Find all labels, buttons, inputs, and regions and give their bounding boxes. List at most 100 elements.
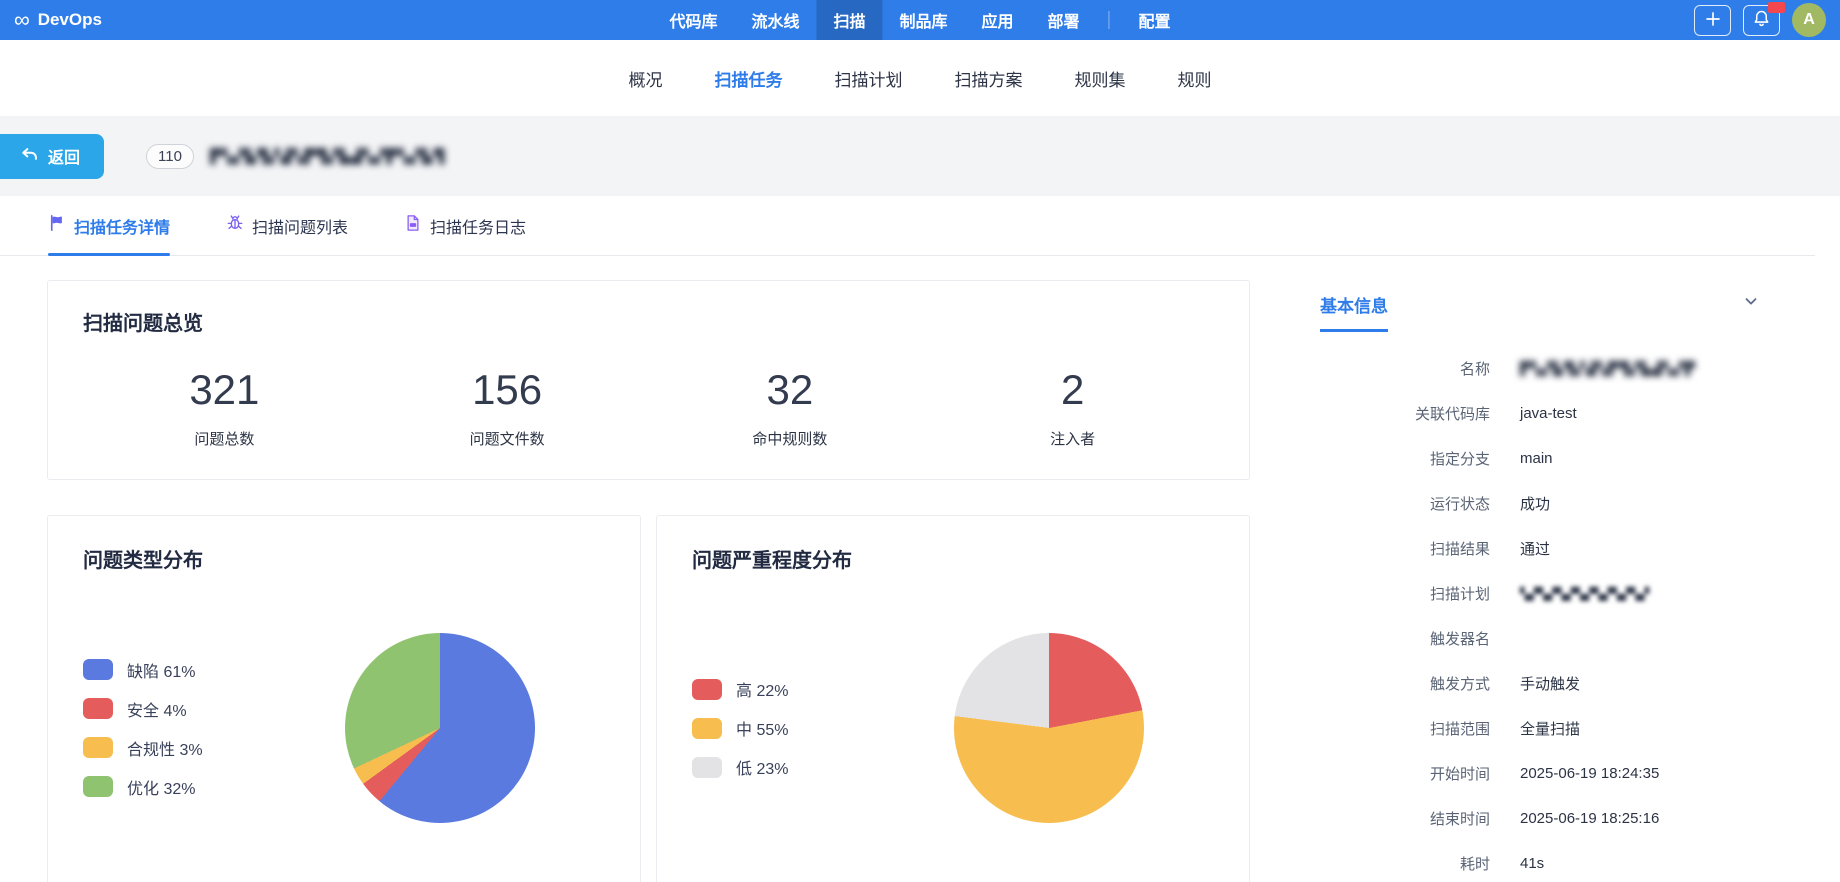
info-row-end-time: 结束时间 2025-06-19 18:25:16	[1320, 796, 1815, 841]
info-value-name: ▛▚▞▙▜▞▟▚▛▜▞▙▟▚▞▛	[1520, 360, 1696, 376]
info-value-end-time: 2025-06-19 18:25:16	[1520, 810, 1660, 827]
legend-item-issue-severity-distribution-1[interactable]: 中 55%	[692, 716, 788, 740]
info-row-start-time: 开始时间 2025-06-19 18:24:35	[1320, 751, 1815, 796]
stat-hit-rules-label: 命中规则数	[752, 431, 828, 448]
chart-card-issue-type-distribution: 问题类型分布 缺陷 61% 安全 4% 合规性 3% 优化 32%	[47, 515, 641, 882]
info-value-scan-plan: ▚▞▚▞▚▞▚▞▚▞▚▞▚▞	[1520, 586, 1650, 601]
info-label-linked-repo: 关联代码库	[1414, 406, 1490, 423]
legend-swatch	[692, 678, 722, 700]
stat-hit-rules-value: 32	[766, 366, 814, 413]
nav-artifact-repo[interactable]: 制品库	[882, 0, 964, 40]
scan-overview-card: 扫描问题总览 321 问题总数 156 问题文件数 32 命中规则数 2 注入者	[47, 280, 1250, 480]
brand-name: DevOps	[37, 10, 102, 29]
issue-severity-distribution-legend: 高 22% 中 55% 低 23%	[692, 677, 788, 779]
subnav-rule-set[interactable]: 规则集	[1075, 66, 1126, 91]
subnav-scan-task[interactable]: 扫描任务	[715, 66, 783, 91]
info-label-scan-scope: 扫描范围	[1429, 721, 1490, 738]
tab-scan-task-log[interactable]: 扫描任务日志	[404, 196, 526, 255]
stat-issue-files: 156 问题文件数	[366, 366, 649, 449]
subnav-overview[interactable]: 概况	[629, 66, 663, 91]
subnav-scan-plan[interactable]: 扫描计划	[835, 66, 903, 91]
subnav-scan-scheme[interactable]: 扫描方案	[955, 66, 1023, 91]
nav-deploy[interactable]: 部署	[1031, 0, 1097, 40]
nav-application[interactable]: 应用	[965, 0, 1031, 40]
issue-severity-distribution-title: 问题严重程度分布	[692, 550, 852, 572]
back-button[interactable]: 返回	[0, 133, 105, 179]
toolbar-band: 返回 110 ▛▚▞▙▜▞▟▚▛▜▞▙▟▚▞▛▚▞▙▜	[0, 116, 1840, 196]
tab-scan-issue-list-label: 扫描问题列表	[252, 219, 349, 237]
issue-type-distribution-legend: 缺陷 61% 安全 4% 合规性 3% 优化 32%	[83, 658, 203, 799]
stat-issue-files-value: 156	[472, 366, 543, 413]
avatar[interactable]: A	[1792, 3, 1826, 37]
nav-code-repo[interactable]: 代码库	[652, 0, 734, 40]
nav-config[interactable]: 配置	[1122, 0, 1188, 40]
stat-injectors-value: 2	[1060, 366, 1085, 413]
bug-icon	[226, 214, 244, 237]
basic-info-panel: 基本信息 名称 ▛▚▞▙▜▞▟▚▛▜▞▙▟▚▞▛ 关联代码库 java-test 指定分…	[1320, 256, 1815, 882]
legend-item-issue-type-distribution-2[interactable]: 合规性 3%	[83, 736, 203, 760]
tab-scan-task-detail[interactable]: 扫描任务详情	[48, 196, 171, 256]
legend-swatch	[692, 717, 722, 739]
legend-swatch	[83, 659, 113, 680]
task-id-badge: 110	[146, 143, 194, 169]
task-title-redacted: ▛▚▞▙▜▞▟▚▛▜▞▙▟▚▞▛▚▞▙▜	[209, 147, 446, 164]
legend-label: 合规性 3%	[127, 741, 203, 759]
info-value-trigger-method: 手动触发	[1520, 676, 1581, 693]
info-label-start-time: 开始时间	[1429, 766, 1490, 783]
primary-nav: 代码库 流水线 扫描 制品库 应用 部署 配置	[652, 0, 1187, 40]
info-row-linked-repo: 关联代码库 java-test	[1320, 391, 1815, 436]
info-value-duration: 41s	[1520, 855, 1545, 872]
stat-issue-files-label: 问题文件数	[469, 431, 545, 448]
info-value-scan-result: 通过	[1520, 541, 1551, 558]
info-row-scan-result: 扫描结果 通过	[1320, 526, 1815, 571]
detail-tabs: 扫描任务详情 扫描问题列表 扫描任务日志	[0, 196, 1815, 256]
create-button[interactable]	[1694, 4, 1731, 36]
legend-item-issue-severity-distribution-2[interactable]: 低 23%	[692, 755, 788, 779]
log-file-icon	[404, 214, 422, 237]
top-nav-bar: ∞ DevOps 代码库 流水线 扫描 制品库 应用 部署 配置 A	[0, 0, 1840, 40]
left-column: 扫描问题总览 321 问题总数 156 问题文件数 32 命中规则数 2 注入者 问题类型分布…	[47, 256, 1250, 882]
legend-label: 低 23%	[736, 761, 789, 778]
info-value-run-status: 成功	[1520, 496, 1551, 513]
brand[interactable]: ∞ DevOps	[14, 9, 102, 31]
info-label-trigger-name: 触发器名	[1429, 631, 1490, 648]
back-button-label: 返回	[48, 150, 81, 167]
legend-label: 安全 4%	[127, 702, 187, 720]
info-row-name: 名称 ▛▚▞▙▜▞▟▚▛▜▞▙▟▚▞▛	[1320, 346, 1815, 391]
chevron-down-icon[interactable]	[1742, 292, 1760, 310]
info-label-end-time: 结束时间	[1429, 811, 1490, 828]
secondary-nav: 概况 扫描任务 扫描计划 扫描方案 规则集 规则	[0, 40, 1840, 116]
info-row-duration: 耗时 41s	[1320, 841, 1815, 882]
chart-card-issue-severity-distribution: 问题严重程度分布高 22% 中 55% 低 23%	[656, 515, 1250, 882]
nav-pipeline[interactable]: 流水线	[734, 0, 816, 40]
info-label-name: 名称	[1459, 361, 1490, 378]
legend-swatch	[83, 776, 113, 797]
overview-stats: 321 问题总数 156 问题文件数 32 命中规则数 2 注入者	[83, 366, 1214, 449]
legend-item-issue-severity-distribution-0[interactable]: 高 22%	[692, 677, 788, 701]
legend-swatch	[83, 698, 113, 719]
main-layout: 扫描问题总览 321 问题总数 156 问题文件数 32 命中规则数 2 注入者 问题类型分布…	[0, 256, 1840, 882]
legend-item-issue-type-distribution-0[interactable]: 缺陷 61%	[83, 658, 203, 682]
issue-type-distribution-body: 缺陷 61% 安全 4% 合规性 3% 优化 32%	[83, 633, 605, 823]
info-label-scan-result: 扫描结果	[1429, 541, 1490, 558]
issue-type-distribution-title: 问题类型分布	[83, 550, 203, 572]
subnav-rule[interactable]: 规则	[1178, 66, 1212, 91]
info-label-run-status: 运行状态	[1429, 496, 1490, 513]
notification-badge	[1768, 1, 1785, 13]
legend-item-issue-type-distribution-3[interactable]: 优化 32%	[83, 775, 203, 799]
info-row-run-status: 运行状态 成功	[1320, 481, 1815, 526]
basic-info-title: 基本信息	[1320, 292, 1388, 332]
legend-swatch	[83, 737, 113, 758]
legend-item-issue-type-distribution-1[interactable]: 安全 4%	[83, 697, 203, 721]
notifications-button[interactable]	[1743, 1, 1785, 36]
tab-scan-issue-list[interactable]: 扫描问题列表	[226, 196, 348, 255]
info-row-trigger-name: 触发器名	[1320, 616, 1815, 661]
issue-severity-distribution-pie	[954, 633, 1144, 823]
infinity-logo-icon: ∞	[14, 7, 30, 32]
tab-scan-task-log-label: 扫描任务日志	[430, 219, 527, 237]
info-row-scan-scope: 扫描范围 全量扫描	[1320, 706, 1815, 751]
info-label-scan-plan: 扫描计划	[1429, 586, 1490, 603]
issue-type-distribution-pie	[345, 633, 535, 823]
nav-scan[interactable]: 扫描	[816, 0, 883, 40]
info-row-scan-plan: 扫描计划 ▚▞▚▞▚▞▚▞▚▞▚▞▚▞	[1320, 571, 1815, 616]
